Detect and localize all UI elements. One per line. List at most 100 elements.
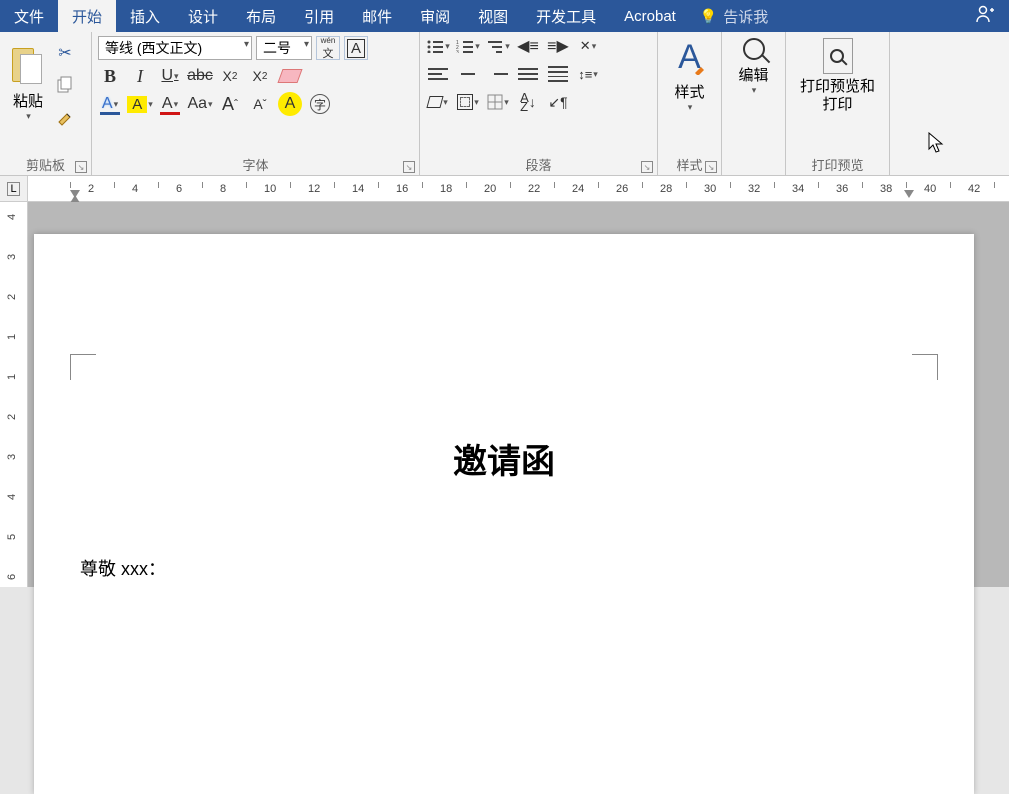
vruler-tick: 5 (6, 534, 18, 540)
ruler-tick: 10 (264, 176, 276, 201)
phonetic-guide-button[interactable]: wén文 (316, 36, 340, 60)
superscript-button[interactable]: X2 (248, 64, 272, 88)
asian-layout-button[interactable]: ✕▾ (576, 34, 600, 58)
clipboard-dialog-launcher[interactable]: ↘ (75, 161, 87, 173)
paragraph-group-label: 段落 (525, 155, 551, 174)
underline-button[interactable]: U▾ (158, 64, 182, 88)
chevron-down-icon: ▾ (445, 41, 450, 52)
magnifier-icon (743, 38, 765, 60)
paste-button[interactable]: 粘贴 ▾ (6, 36, 50, 122)
clear-formatting-button[interactable] (278, 64, 302, 88)
vruler-tick: 2 (6, 294, 18, 300)
ruler-tick: 32 (748, 176, 760, 201)
tab-review[interactable]: 审阅 (406, 0, 464, 32)
tab-home[interactable]: 开始 (58, 0, 116, 32)
shrink-font-button[interactable]: Aˇ (248, 92, 272, 116)
shading-button[interactable]: ▾ (426, 90, 450, 114)
ruler-tick: 18 (440, 176, 452, 201)
font-dialog-launcher[interactable]: ↘ (403, 161, 415, 173)
paragraph-dialog-launcher[interactable]: ↘ (641, 161, 653, 173)
character-border-button[interactable]: A (344, 36, 368, 60)
bullets-button[interactable]: ▾ (426, 34, 450, 58)
font-name-combo[interactable]: 等线 (西文正文)▾ (98, 36, 252, 60)
clipboard-icon (10, 42, 46, 86)
numbering-button[interactable]: 123▾ (456, 34, 480, 58)
multilevel-list-icon (486, 39, 504, 53)
document-page[interactable]: 邀请函 尊敬 xxx： (34, 234, 974, 794)
chevron-down-icon: ▾ (174, 71, 179, 82)
tab-design[interactable]: 设计 (174, 0, 232, 32)
font-color-button[interactable]: A▾ (158, 92, 182, 116)
horizontal-ruler[interactable]: 2468101214161820222426283032343638404244 (28, 176, 1009, 201)
document-title-text[interactable]: 邀请函 (34, 434, 974, 483)
increase-indent-button[interactable]: ≡▶ (546, 34, 570, 58)
align-justify-button[interactable] (516, 62, 540, 86)
show-paragraph-marks-button[interactable]: ↙¶ (546, 90, 570, 114)
eraser-icon (277, 69, 302, 83)
change-case-button[interactable]: Aa▾ (188, 92, 212, 116)
copy-button[interactable] (54, 74, 76, 96)
tab-view[interactable]: 视图 (464, 0, 522, 32)
highlight-button[interactable]: A▾ (128, 92, 152, 116)
ruler-tick: 36 (836, 176, 848, 201)
align-right-button[interactable] (486, 62, 510, 86)
chevron-down-icon: ▾ (475, 41, 480, 52)
editing-button[interactable]: 编辑 ▾ (722, 32, 785, 153)
tab-developer[interactable]: 开发工具 (522, 0, 610, 32)
ruler-tick: 8 (220, 176, 226, 201)
print-preview-group-label: 打印预览 (811, 155, 863, 174)
cut-button[interactable]: ✂ (54, 42, 76, 64)
vruler-tick: 1 (6, 334, 18, 340)
tell-me-label: 告诉我 (723, 6, 768, 27)
chevron-down-icon: ▾ (593, 69, 598, 80)
chevron-down-icon: ▾ (504, 97, 509, 108)
share-button[interactable] (961, 4, 1009, 29)
grid-icon (487, 94, 503, 110)
enclose-characters-button[interactable]: 字 (308, 92, 332, 116)
document-line-1[interactable]: 尊敬 xxx： (80, 555, 974, 581)
tab-file[interactable]: 文件 (0, 0, 58, 32)
strikethrough-button[interactable]: abc (188, 64, 212, 88)
snap-to-grid-button[interactable]: ▾ (486, 90, 510, 114)
decrease-indent-button[interactable]: ◀≡ (516, 34, 540, 58)
ruler-tick: 6 (176, 176, 182, 201)
multilevel-list-button[interactable]: ▾ (486, 34, 510, 58)
chevron-down-icon: ▾ (474, 97, 479, 108)
print-preview-button[interactable]: 打印预览和打印 (786, 32, 889, 153)
tab-mail[interactable]: 邮件 (348, 0, 406, 32)
ruler-tick: 4 (132, 176, 138, 201)
vertical-ruler[interactable]: 4321123456 (0, 202, 28, 587)
tab-acrobat[interactable]: Acrobat (610, 0, 690, 32)
chevron-down-icon: ▾ (208, 99, 213, 110)
format-painter-button[interactable] (54, 106, 76, 128)
align-right-icon (488, 66, 508, 82)
styles-dialog-launcher[interactable]: ↘ (705, 161, 717, 173)
tab-references[interactable]: 引用 (290, 0, 348, 32)
styles-button[interactable]: A 样式 ▾ (658, 32, 721, 153)
tell-me[interactable]: 💡 告诉我 (690, 6, 778, 27)
font-size-combo[interactable]: 二号▾ (256, 36, 312, 60)
subscript-button[interactable]: X2 (218, 64, 242, 88)
borders-button[interactable]: ▾ (456, 90, 480, 114)
grow-font-button[interactable]: Aˆ (218, 92, 242, 116)
bold-button[interactable]: B (98, 64, 122, 88)
line-spacing-button[interactable]: ↕≡▾ (576, 62, 600, 86)
ruler-corner[interactable]: L (0, 176, 28, 201)
tab-insert[interactable]: 插入 (116, 0, 174, 32)
font-group-label: 字体 (242, 155, 268, 174)
chevron-down-icon: ▾ (752, 85, 757, 96)
styles-label: 样式 (674, 81, 704, 102)
tab-layout[interactable]: 布局 (232, 0, 290, 32)
character-shading-button[interactable]: A (278, 92, 302, 116)
person-add-icon (975, 4, 995, 24)
align-left-button[interactable] (426, 62, 450, 86)
italic-button[interactable]: I (128, 64, 152, 88)
right-indent-marker[interactable] (904, 190, 914, 198)
sort-button[interactable]: A Z↓ (516, 90, 540, 114)
ruler-tick: 12 (308, 176, 320, 201)
align-distributed-icon (548, 66, 568, 82)
align-center-button[interactable] (456, 62, 480, 86)
chevron-down-icon: ▾ (443, 97, 448, 108)
text-effects-button[interactable]: A▾ (98, 92, 122, 116)
align-distributed-button[interactable] (546, 62, 570, 86)
